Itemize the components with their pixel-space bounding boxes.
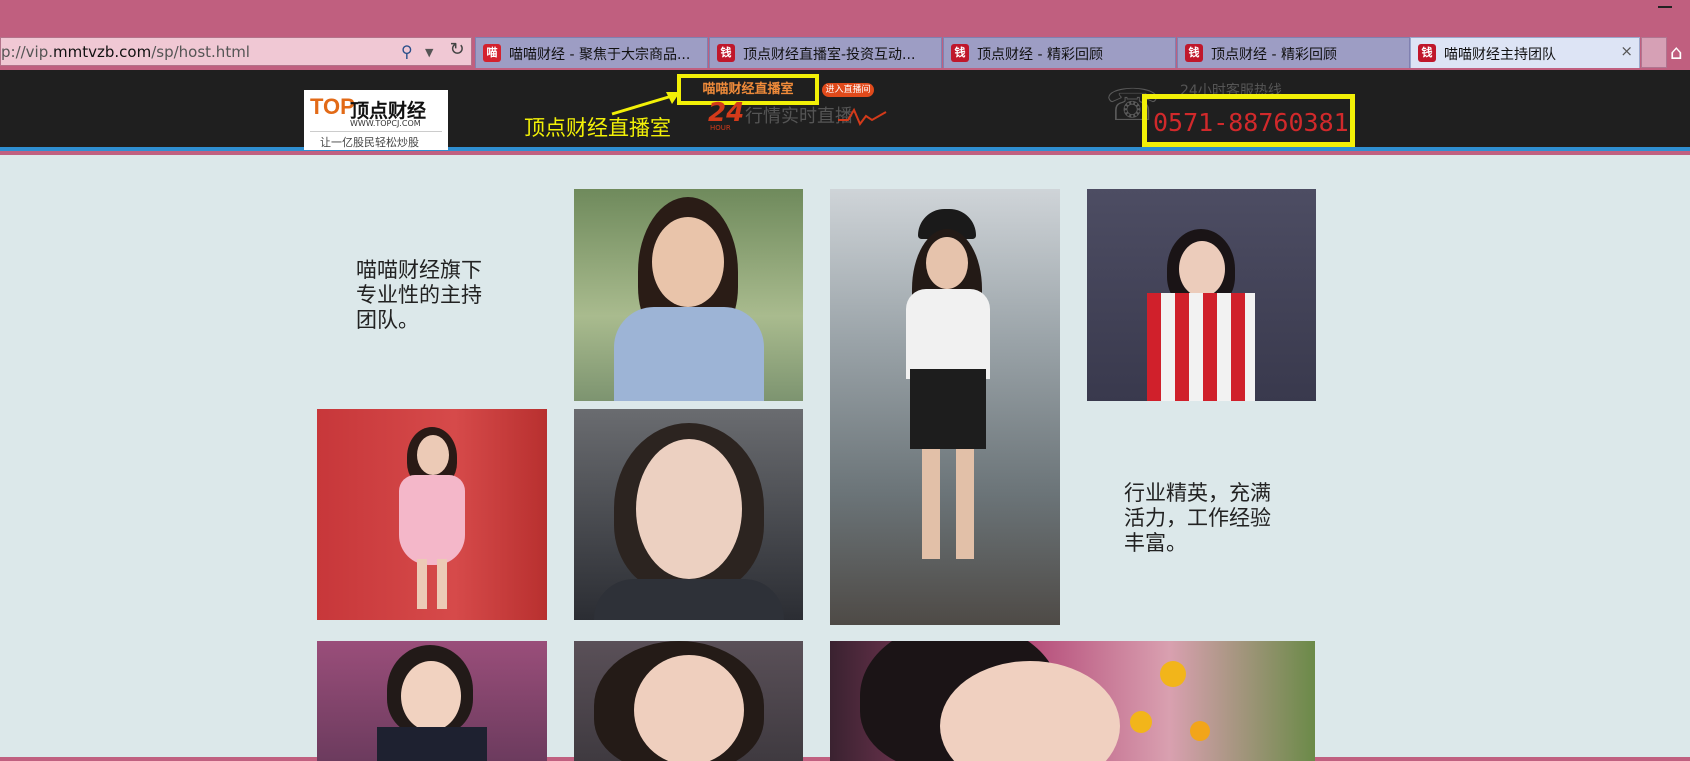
live-room-link[interactable]: 喵喵财经直播室 <box>677 74 819 105</box>
live-annotation: 顶点财经直播室 <box>524 116 671 140</box>
dropdown-icon[interactable]: ▼ <box>425 46 433 59</box>
favicon-icon: 喵 <box>483 44 501 62</box>
host-photo[interactable] <box>317 409 547 620</box>
browser-toolbar: p://vip.mmtvzb.com/sp/host.html ⚲ ▼ ↻ 喵 … <box>0 36 1690 70</box>
search-icon[interactable]: ⚲ <box>401 42 413 61</box>
home-icon[interactable]: ⌂ <box>1670 40 1683 64</box>
site-header: TOP 顶点财经 WWW.TOPCJ.COM 让一亿股民轻松炒股 喵喵财经直播室… <box>0 70 1690 151</box>
address-text: p://vip.mmtvzb.com/sp/host.html <box>1 43 250 61</box>
minimize-icon[interactable] <box>1658 6 1672 8</box>
logo-divider <box>310 131 442 132</box>
team-intro-text: 喵喵财经旗下专业性的主持团队。 <box>356 258 482 332</box>
favicon-icon: 钱 <box>951 44 969 62</box>
logo-mark: TOP <box>310 94 355 119</box>
hour-label: HOUR <box>710 124 731 132</box>
tab-review-1[interactable]: 钱 顶点财经 - 精彩回顾 <box>943 37 1176 68</box>
tab-label: 顶点财经 - 精彩回顾 <box>977 47 1103 63</box>
tab-label: 喵喵财经 - 聚焦于大宗商品... <box>509 47 691 63</box>
team-description-text: 行业精英，充满活力，工作经验丰富。 <box>1124 481 1271 555</box>
host-photo[interactable] <box>574 189 803 401</box>
hotline-box: 0571-88760381 <box>1142 94 1355 147</box>
close-icon[interactable]: × <box>1620 42 1633 60</box>
tab-label: 顶点财经 - 精彩回顾 <box>1211 47 1337 63</box>
address-bar[interactable]: p://vip.mmtvzb.com/sp/host.html ⚲ ▼ <box>0 37 472 66</box>
logo-slogan: 让一亿股民轻松炒股 <box>320 136 419 149</box>
host-photo[interactable] <box>830 189 1060 625</box>
tab-review-2[interactable]: 钱 顶点财经 - 精彩回顾 <box>1177 37 1410 68</box>
enter-room-badge[interactable]: 进入直播间 <box>822 83 874 97</box>
host-photo[interactable] <box>574 641 803 761</box>
logo-url: WWW.TOPCJ.COM <box>350 119 421 128</box>
live-subtitle: 行情实时直播 <box>745 106 853 127</box>
pulse-line-icon <box>838 107 887 126</box>
window-titlebar <box>0 0 1690 36</box>
host-photo[interactable] <box>1087 189 1316 401</box>
tab-miaomiao-home[interactable]: 喵 喵喵财经 - 聚焦于大宗商品... <box>475 37 708 68</box>
tab-label: 顶点财经直播室-投资互动... <box>743 47 916 63</box>
tab-host-team[interactable]: 钱 喵喵财经主持团队 × <box>1410 37 1640 68</box>
tab-live-room[interactable]: 钱 顶点财经直播室-投资互动... <box>709 37 942 68</box>
favicon-icon: 钱 <box>1185 44 1203 62</box>
host-team-gallery: 喵喵财经旗下专业性的主持团队。 行业精英，充满活力，工作经验丰富。 <box>0 155 1690 761</box>
host-photo[interactable] <box>830 641 1315 761</box>
host-photo[interactable] <box>317 641 547 761</box>
tab-label: 喵喵财经主持团队 <box>1444 47 1556 63</box>
favicon-icon: 钱 <box>1418 44 1436 62</box>
live-room-label: 喵喵财经直播室 <box>702 82 794 97</box>
refresh-icon[interactable]: ↻ <box>446 39 468 61</box>
new-tab-button[interactable] <box>1641 37 1667 68</box>
host-photo[interactable] <box>574 409 803 620</box>
hotline-number: 0571-88760381 <box>1153 108 1349 137</box>
site-logo[interactable]: TOP 顶点财经 WWW.TOPCJ.COM 让一亿股民轻松炒股 <box>304 90 448 150</box>
favicon-icon: 钱 <box>717 44 735 62</box>
